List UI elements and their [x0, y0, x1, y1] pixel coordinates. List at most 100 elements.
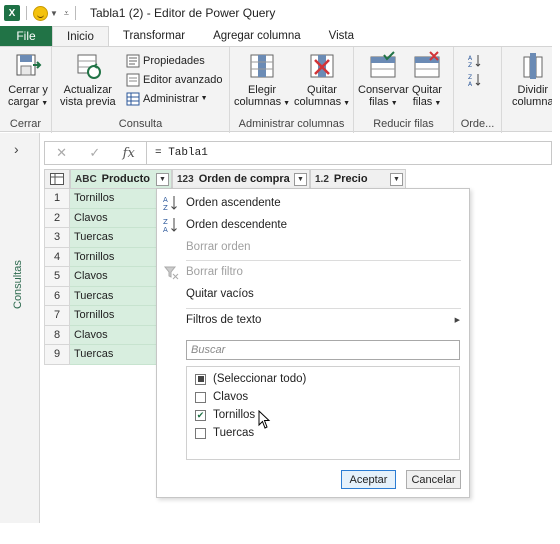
- search-input[interactable]: Buscar: [186, 340, 460, 360]
- svg-text:A: A: [468, 81, 473, 87]
- close-and-load-label-2-text: cargar: [8, 96, 40, 108]
- sort-descending-menu-item[interactable]: ZA Orden descendente: [157, 214, 469, 236]
- table-cell-producto[interactable]: Clavos: [70, 325, 157, 345]
- cancel-button[interactable]: Cancelar: [406, 470, 461, 489]
- checkbox-label: Tornillos: [213, 409, 256, 421]
- sort-ascending-button[interactable]: AZ: [468, 52, 485, 69]
- table-menu-button[interactable]: [44, 169, 70, 189]
- formula-input[interactable]: = Tabla1: [155, 147, 208, 159]
- choose-columns-label-2: columnas ▼: [234, 96, 290, 110]
- remove-empty-menu-item[interactable]: Quitar vacíos: [157, 283, 469, 305]
- keep-rows-label-1: Conservar: [358, 84, 409, 96]
- choose-columns-label-1: Elegir: [247, 84, 277, 96]
- keep-rows-label-2: filas ▼: [369, 96, 398, 110]
- close-and-load-button[interactable]: Cerrar y cargar ▼: [8, 51, 48, 110]
- filter-dropdown-button[interactable]: ▼: [156, 173, 169, 186]
- checkbox-checked-icon[interactable]: ✔: [195, 409, 206, 421]
- table-cell-producto[interactable]: Clavos: [70, 267, 157, 287]
- tab-file[interactable]: File: [0, 26, 52, 46]
- refresh-label-1: Actualizar: [63, 84, 112, 96]
- remove-columns-label-1: Quitar: [307, 84, 337, 96]
- checkbox-unchecked-icon[interactable]: [195, 391, 206, 403]
- cancel-icon[interactable]: ✕: [56, 145, 67, 161]
- split-column-button[interactable]: Dividir columna: [512, 51, 552, 108]
- clear-filter-icon: [163, 266, 179, 280]
- checkbox-clavos[interactable]: Clavos: [195, 388, 248, 406]
- svg-text:A: A: [468, 55, 473, 62]
- function-icon[interactable]: fx: [123, 146, 135, 161]
- column-header-precio[interactable]: 1.2 Precio ▼: [310, 169, 406, 189]
- remove-rows-label-2-text: filas: [412, 96, 433, 108]
- text-filters-menu-item[interactable]: Filtros de texto ▶: [157, 309, 469, 331]
- checkbox-select-all[interactable]: (Seleccionar todo): [195, 370, 306, 388]
- check-icon[interactable]: ✓: [89, 145, 100, 161]
- chevron-right-icon[interactable]: ›: [14, 141, 19, 157]
- refresh-label-2: vista previa: [60, 96, 116, 108]
- checkbox-unchecked-icon[interactable]: [195, 427, 206, 439]
- queries-pane-label[interactable]: Consultas: [12, 260, 24, 309]
- checkbox-tuercas[interactable]: Tuercas: [195, 424, 254, 442]
- choose-columns-button[interactable]: Elegir columnas ▼: [234, 51, 290, 110]
- filter-dropdown-button[interactable]: ▼: [294, 173, 307, 186]
- row-number[interactable]: 6: [44, 286, 70, 306]
- table-cell-producto[interactable]: Tuercas: [70, 286, 157, 306]
- group-label-consulta: Consulta: [118, 118, 163, 130]
- row-number[interactable]: 2: [44, 208, 70, 228]
- tab-inicio[interactable]: Inicio: [52, 26, 109, 46]
- group-label-reducir-filas: Reducir filas: [373, 118, 434, 130]
- remove-columns-button[interactable]: Quitar columnas ▼: [294, 51, 350, 110]
- properties-button[interactable]: Propiedades: [126, 52, 205, 69]
- split-column-label-2: columna: [512, 96, 552, 108]
- filter-dropdown-button[interactable]: ▼: [390, 173, 403, 186]
- group-ordenar: AZ ZA Orde...: [454, 47, 502, 133]
- advanced-editor-icon: [126, 73, 140, 86]
- group-transformar: Dividir columna: [502, 47, 552, 133]
- sort-ascending-label: Orden ascendente: [186, 197, 281, 209]
- advanced-editor-button[interactable]: Editor avanzado: [126, 71, 223, 88]
- column-header-orden-de-compra[interactable]: 123 Orden de compra ▼: [172, 169, 310, 189]
- quick-access-customize-icon[interactable]: ⩡: [64, 8, 69, 19]
- sort-descending-icon: ZA: [163, 218, 177, 233]
- row-number[interactable]: 5: [44, 267, 70, 287]
- checkbox-partial-icon[interactable]: [195, 373, 206, 385]
- close-and-load-label-1: Cerrar y: [8, 84, 48, 96]
- accept-button[interactable]: Aceptar: [341, 470, 396, 489]
- row-number[interactable]: 4: [44, 247, 70, 267]
- sort-descending-button[interactable]: ZA: [468, 71, 485, 88]
- sort-ascending-menu-item[interactable]: AZ Orden ascendente: [157, 192, 469, 214]
- checkbox-tornillos[interactable]: ✔ Tornillos: [195, 406, 255, 424]
- column-header-producto[interactable]: ABC Producto ▼: [70, 169, 172, 189]
- table-cell-producto[interactable]: Tornillos: [70, 247, 157, 267]
- choose-columns-icon: [250, 54, 274, 78]
- column-type-text-icon[interactable]: ABC: [75, 174, 97, 185]
- svg-text:Z: Z: [468, 74, 472, 81]
- row-number[interactable]: 9: [44, 345, 70, 365]
- table-icon: [50, 173, 64, 185]
- row-number[interactable]: 7: [44, 306, 70, 326]
- refresh-preview-button[interactable]: Actualizar vista previa: [60, 51, 116, 108]
- tab-vista[interactable]: Vista: [315, 26, 368, 46]
- keep-rows-button[interactable]: Conservar filas ▼: [358, 51, 409, 110]
- column-type-integer-icon[interactable]: 123: [177, 174, 194, 185]
- table-cell-producto[interactable]: Clavos: [70, 208, 157, 228]
- tab-agregar-columna[interactable]: Agregar columna: [199, 26, 315, 46]
- column-header-label: Producto: [101, 173, 150, 185]
- smiley-feedback-icon[interactable]: [33, 5, 48, 21]
- row-number[interactable]: 8: [44, 325, 70, 345]
- table-cell-producto[interactable]: Tuercas: [70, 228, 157, 248]
- mouse-cursor-icon: [258, 410, 271, 429]
- tab-transformar[interactable]: Transformar: [109, 26, 199, 46]
- column-type-decimal-icon[interactable]: 1.2: [315, 174, 329, 185]
- table-cell-producto[interactable]: Tornillos: [70, 189, 157, 209]
- table-cell-producto[interactable]: Tuercas: [70, 345, 157, 365]
- sort-ascending-icon: AZ: [468, 54, 481, 68]
- remove-columns-label-2-text: columnas: [294, 96, 342, 108]
- row-number[interactable]: 1: [44, 189, 70, 209]
- excel-logo-icon: X: [4, 5, 20, 21]
- table-cell-producto[interactable]: Tornillos: [70, 306, 157, 326]
- remove-rows-button[interactable]: Quitar filas ▼: [412, 51, 442, 110]
- row-number[interactable]: 3: [44, 228, 70, 248]
- chevron-down-icon[interactable]: ▼: [50, 9, 58, 18]
- remove-rows-label-2: filas ▼: [413, 96, 442, 110]
- manage-button[interactable]: Administrar ▼: [126, 90, 208, 107]
